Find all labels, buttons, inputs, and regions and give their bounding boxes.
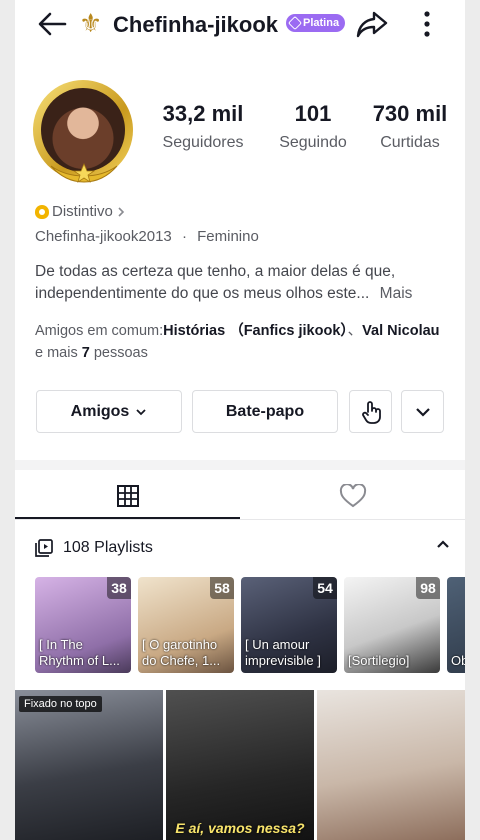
mutual-sep: 、 [347,323,363,339]
mutual-suffix: pessoas [89,345,148,361]
share-icon[interactable] [355,7,389,41]
friends-button-label: Amigos [70,402,130,420]
separator-dot: · [181,228,187,245]
stat-likes[interactable]: 730 mil Curtidas [360,100,460,152]
profile-handle: Chefinha-jikook2013 [35,228,172,245]
playlist-title: Ob po [451,653,465,668]
poke-button[interactable] [349,390,392,433]
heart-icon [339,484,366,508]
bio-text: De todas as certeza que tenho, a maior d… [35,263,396,302]
mutual-prefix: Amigos em comum: [35,323,164,339]
grid-icon [116,485,139,507]
profile-page: ⚜ Chefinha-jikook Platina 33,2 mil Segui… [15,0,465,840]
profile-tabs [15,472,465,520]
fleur-de-lis-icon: ⚜ [79,9,103,39]
chevron-right-icon [118,206,124,217]
video-thumbnail[interactable] [317,690,465,840]
mutual-friend-2: Val Nicolau [362,323,440,339]
profile-username: Chefinha-jikook [113,12,279,37]
playlist-title: [ In The Rhythm of L... [39,637,120,668]
video-thumbnail[interactable]: Fixado no topo [15,690,163,840]
playlist-video-count: 58 [210,577,234,599]
avatar-image [41,88,125,172]
playlist-title: [Sortilegio] [348,653,410,668]
playlists-header[interactable]: 108 Playlists [35,537,450,559]
platinum-badge-label: Platina [303,17,340,29]
playlist-card[interactable]: 98 [Sortilegio] [344,577,440,673]
shield-badge-icon [35,204,49,219]
playlist-video-count: 98 [416,577,440,599]
video-thumbnail[interactable]: E aí, vamos nessa? [166,690,314,840]
friends-button[interactable]: Amigos [36,390,182,433]
stat-following[interactable]: 101 Seguindo [263,100,363,152]
following-label: Seguindo [279,134,347,151]
playlist-icon [35,539,53,557]
bio-more-link[interactable]: Mais [380,285,413,302]
playlist-card[interactable]: Ob po [447,577,465,673]
likes-count: 730 mil [372,101,448,126]
hand-pointer-icon [361,400,381,424]
chat-button-label: Bate-papo [225,402,305,420]
followers-label: Seguidores [162,134,244,151]
section-divider [15,460,465,470]
profile-gender: Feminino [197,228,259,245]
mutual-friend-1: Histórias （Fanfics jikook） [163,323,348,339]
playlist-video-count: 38 [107,577,131,599]
tab-videos[interactable] [15,472,240,520]
playlist-title: [ O garotinho do Chefe, 1... [142,637,221,668]
playlist-video-count: 54 [313,577,337,599]
chevron-up-icon[interactable] [436,539,450,549]
more-vertical-icon[interactable] [415,8,439,40]
followers-count: 33,2 mil [162,101,244,126]
profile-id-row: Chefinha-jikook2013 · Feminino [35,228,259,245]
tab-liked[interactable] [240,472,465,520]
chevron-down-icon [415,407,430,417]
chat-button[interactable]: Bate-papo [192,390,338,433]
video-caption: E aí, vamos nessa? [175,820,305,836]
top-bar: ⚜ Chefinha-jikook Platina [15,0,465,48]
avatar[interactable] [29,76,139,186]
active-tab-indicator [15,517,240,519]
playlist-card[interactable]: 58 [ O garotinho do Chefe, 1... [138,577,234,673]
mutual-friends[interactable]: Amigos em comum:Histórias （Fanfics jikoo… [35,320,450,364]
mutual-middle: e mais [35,345,82,361]
back-arrow-icon[interactable] [35,8,69,40]
playlists-count-label: 108 Playlists [63,539,153,556]
expand-button[interactable] [401,390,444,433]
platinum-badge[interactable]: Platina [286,14,346,32]
pinned-badge: Fixado no topo [19,696,102,712]
playlist-card[interactable]: 38 [ In The Rhythm of L... [35,577,131,673]
stat-followers[interactable]: 33,2 mil Seguidores [155,100,251,152]
badge-label: Distintivo [52,203,113,220]
laurel-wreath-icon [50,162,118,183]
likes-label: Curtidas [380,134,440,151]
playlist-title: [ Un amour imprevisible ] [245,637,321,668]
playlists-row: 38 [ In The Rhythm of L... 58 [ O garoti… [35,577,465,673]
badge-link[interactable]: Distintivo [35,203,126,220]
profile-bio[interactable]: De todas as certeza que tenho, a maior d… [35,261,450,305]
playlist-card[interactable]: 54 [ Un amour imprevisible ] [241,577,337,673]
chevron-down-icon [136,408,146,415]
gem-icon [287,15,303,31]
mutual-count: 7 [81,345,90,361]
following-count: 101 [294,101,332,126]
video-grid: Fixado no topo E aí, vamos nessa? [15,690,465,840]
